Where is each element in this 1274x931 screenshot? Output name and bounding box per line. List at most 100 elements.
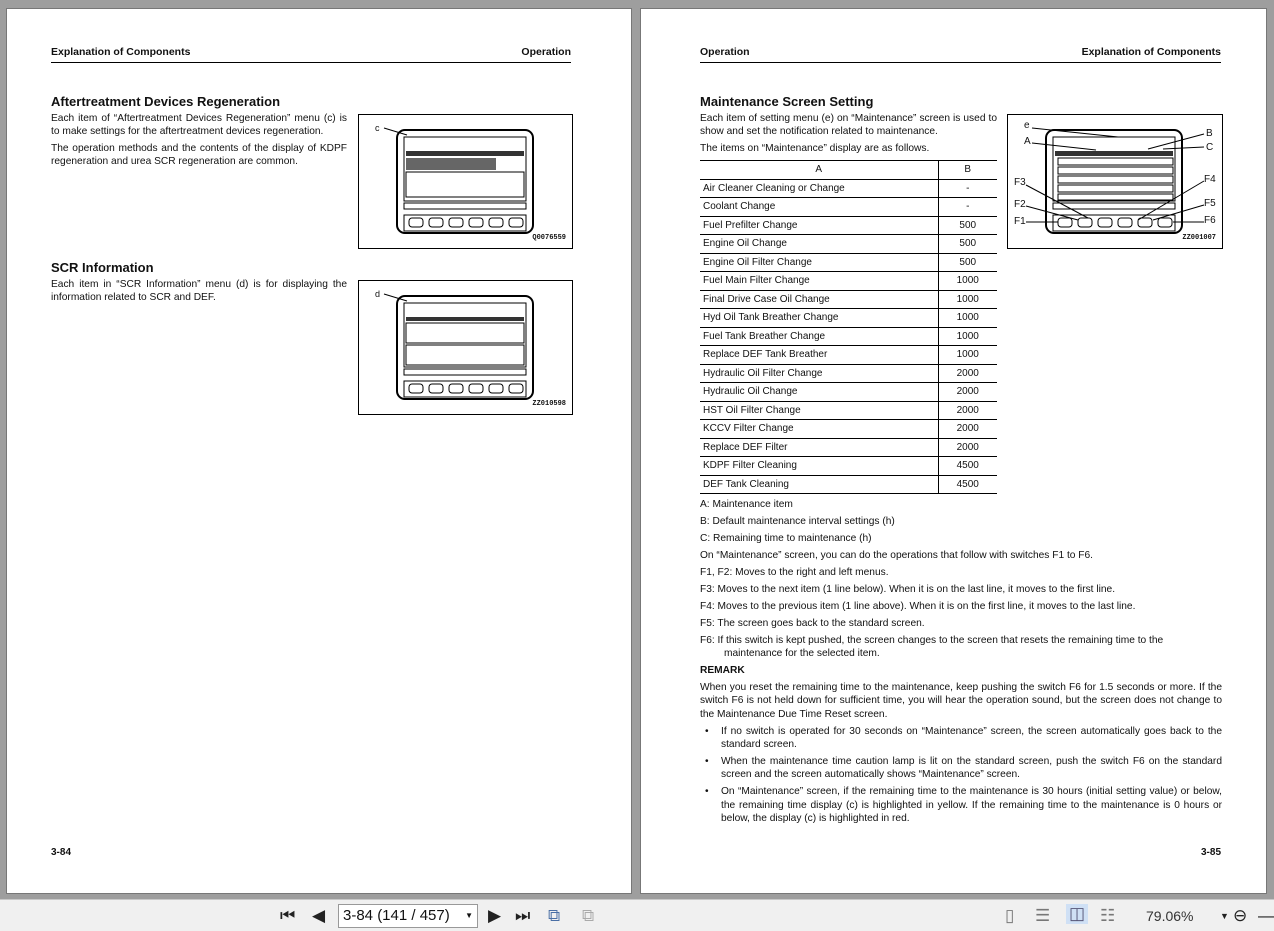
table-row: Air Cleaner Cleaning or Change - xyxy=(700,178,997,198)
section-title: Maintenance Screen Setting xyxy=(700,94,874,109)
table-row: Engine Oil Filter Change 500 xyxy=(700,252,997,272)
remark-title: REMARK xyxy=(700,665,745,677)
default-interval: 2000 xyxy=(937,400,997,420)
continuous-view-icon[interactable]: ☰ xyxy=(1035,906,1050,926)
maintenance-item: KDPF Filter Cleaning xyxy=(700,456,938,476)
default-interval: 2000 xyxy=(937,419,997,439)
page-selector[interactable]: 3-84 (141 / 457) ▼ xyxy=(338,904,478,928)
f1-f2-desc: F1, F2: Moves to the right and left menu… xyxy=(700,566,889,578)
figure-code: ZZ001007 xyxy=(1182,234,1216,242)
table-row: DEF Tank Cleaning 4500 xyxy=(700,474,997,494)
default-interval: 2000 xyxy=(937,382,997,402)
monitor-figure: c Q0076559 xyxy=(358,114,573,249)
viewer-toolbar: ⏮ ◀ 3-84 (141 / 457) ▼ ▶ ⏭ ⧉ ⧉ ▯ ☰ ◫ ☷ 79… xyxy=(0,899,1274,931)
next-page-button[interactable]: ▶ xyxy=(488,906,501,926)
maintenance-item: Fuel Prefilter Change xyxy=(700,215,938,235)
last-page-button[interactable]: ⏭ xyxy=(515,906,530,926)
label-f5: F5 xyxy=(1204,198,1216,209)
default-interval: 1000 xyxy=(937,308,997,328)
monitor-illustration xyxy=(383,127,534,234)
table-row: Replace DEF Filter 2000 xyxy=(700,437,997,457)
col-header-a: A xyxy=(700,160,938,180)
maintenance-item: Hydraulic Oil Filter Change xyxy=(700,363,938,383)
paragraph: The operation methods and the contents o… xyxy=(51,143,347,168)
go-back-icon[interactable]: ⧉ xyxy=(548,906,560,926)
first-page-button[interactable]: ⏮ xyxy=(280,906,295,926)
label-f1: F1 xyxy=(1014,216,1026,227)
table-row: Fuel Prefilter Change 500 xyxy=(700,215,997,235)
previous-page-button[interactable]: ◀ xyxy=(312,906,325,926)
maintenance-item: DEF Tank Cleaning xyxy=(700,474,938,494)
maintenance-item: Replace DEF Tank Breather xyxy=(700,345,938,365)
table-row: Hyd Oil Tank Breather Change 1000 xyxy=(700,308,997,328)
paragraph: Each item of “Aftertreatment Devices Reg… xyxy=(51,113,347,138)
remark-bullet: If no switch is operated for 30 seconds … xyxy=(700,725,1222,752)
label-e: e xyxy=(1024,120,1030,131)
header-right: Explanation of Components xyxy=(1081,46,1221,58)
default-interval: - xyxy=(937,178,997,198)
page-number: 3-85 xyxy=(1200,847,1221,858)
table-row: Hydraulic Oil Change 2000 xyxy=(700,382,997,402)
default-interval: 2000 xyxy=(937,363,997,383)
f4-desc: F4: Moves to the previous item (1 line a… xyxy=(700,600,1136,612)
label-a: A xyxy=(1024,136,1031,147)
remark-bullet: When the maintenance time caution lamp i… xyxy=(700,755,1222,782)
maintenance-item: Coolant Change xyxy=(700,197,938,217)
operation-intro: On “Maintenance” screen, you can do the … xyxy=(700,549,1093,561)
label-f6: F6 xyxy=(1204,215,1216,226)
paragraph: The items on “Maintenance” display are a… xyxy=(700,143,930,154)
go-forward-icon[interactable]: ⧉ xyxy=(582,906,594,926)
default-interval: 500 xyxy=(937,215,997,235)
f3-desc: F3: Moves to the next item (1 line below… xyxy=(700,583,1116,595)
paragraph: Each item of setting menu (e) on “Mainte… xyxy=(700,113,997,138)
maintenance-item: Hydraulic Oil Change xyxy=(700,382,938,402)
figure-label: c xyxy=(375,123,380,133)
default-interval: - xyxy=(937,197,997,217)
maintenance-item: Hyd Oil Tank Breather Change xyxy=(700,308,938,328)
label-f2: F2 xyxy=(1014,199,1026,210)
page-header: Operation Explanation of Components xyxy=(700,46,1221,63)
description-lines: A: Maintenance item B: Default maintenan… xyxy=(700,498,1222,829)
table-row: Engine Oil Change 500 xyxy=(700,234,997,254)
zoom-slider[interactable]: — xyxy=(1258,906,1274,926)
label-f3: F3 xyxy=(1014,177,1026,188)
two-page-view-icon[interactable]: ◫ xyxy=(1066,904,1089,924)
two-page-continuous-icon[interactable]: ☷ xyxy=(1100,906,1115,926)
maintenance-table: AB Air Cleaner Cleaning or Change - Coolan… xyxy=(700,160,997,494)
page-header: Explanation of Components Operation xyxy=(51,46,571,63)
table-row: HST Oil Filter Change 2000 xyxy=(700,400,997,420)
label-c: C xyxy=(1206,142,1214,153)
f5-desc: F5: The screen goes back to the standard… xyxy=(700,617,925,629)
chevron-down-icon: ▼ xyxy=(465,911,473,920)
default-interval: 500 xyxy=(937,234,997,254)
table-row: Fuel Tank Breather Change 1000 xyxy=(700,326,997,346)
single-page-view-icon[interactable]: ▯ xyxy=(1005,906,1014,926)
default-interval: 500 xyxy=(937,252,997,272)
maintenance-monitor-figure: e A B C F3 F2 F1 F4 F5 F6 ZZ001007 xyxy=(1007,114,1223,249)
table-row: Replace DEF Tank Breather 1000 xyxy=(700,345,997,365)
col-header-b: B xyxy=(937,160,997,180)
header-left: Operation xyxy=(700,46,750,58)
zoom-dropdown-icon[interactable]: ▼ xyxy=(1220,911,1229,921)
maintenance-item: Engine Oil Filter Change xyxy=(700,252,938,272)
remark-bullet: On “Maintenance” screen, if the remainin… xyxy=(700,785,1222,825)
monitor-illustration xyxy=(383,293,534,400)
default-interval: 1000 xyxy=(937,345,997,365)
maintenance-item: Replace DEF Filter xyxy=(700,437,938,457)
zoom-out-icon[interactable]: ⊖ xyxy=(1233,906,1247,926)
legend-c: C: Remaining time to maintenance (h) xyxy=(700,532,872,544)
default-interval: 1000 xyxy=(937,326,997,346)
label-f4: F4 xyxy=(1204,174,1216,185)
table-row: KDPF Filter Cleaning 4500 xyxy=(700,456,997,476)
monitor-illustration xyxy=(1025,127,1205,234)
right-page: Operation Explanation of Components Maint… xyxy=(640,8,1267,894)
f6-desc: F6: If this switch is kept pushed, the s… xyxy=(700,634,1164,660)
legend-a: A: Maintenance item xyxy=(700,499,793,510)
zoom-level[interactable]: 79.06% xyxy=(1146,908,1193,924)
section-title: SCR Information xyxy=(51,260,154,275)
table-row: Coolant Change - xyxy=(700,197,997,217)
maintenance-item: Engine Oil Change xyxy=(700,234,938,254)
remark-text: When you reset the remaining time to the… xyxy=(700,682,1222,720)
table-row: KCCV Filter Change 2000 xyxy=(700,419,997,439)
label-b: B xyxy=(1206,128,1213,139)
